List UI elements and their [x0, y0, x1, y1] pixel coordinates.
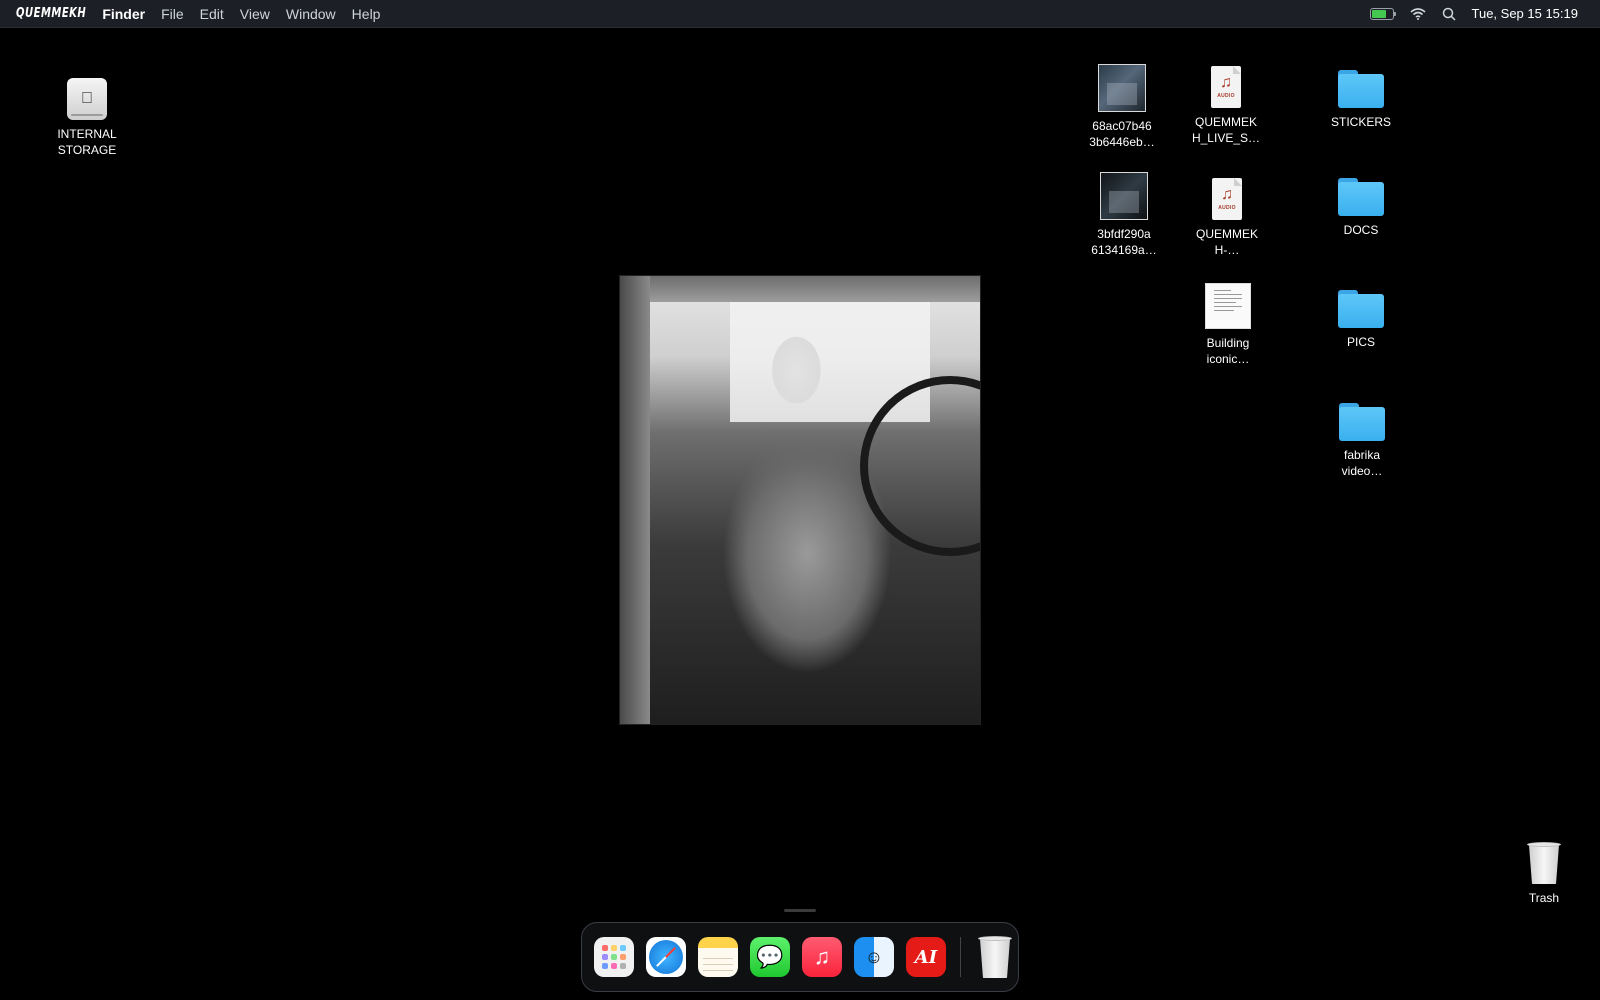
- folder-stickers-label: STICKERS: [1330, 115, 1391, 129]
- audio-badge: AUDIO: [1217, 93, 1235, 99]
- menu-clock[interactable]: Tue, Sep 15 15:19: [1472, 6, 1579, 21]
- document-icon: [1205, 283, 1251, 329]
- battery-icon[interactable]: [1369, 7, 1396, 20]
- internal-storage-label: INTERNAL STORAGE: [57, 127, 117, 157]
- menu-help[interactable]: Help: [352, 6, 381, 22]
- audio-badge: AUDIO: [1218, 205, 1236, 211]
- menu-edit[interactable]: Edit: [200, 6, 224, 22]
- dock-trash-icon[interactable]: [975, 936, 1015, 978]
- desktop-trash[interactable]: Trash: [1496, 842, 1592, 906]
- folder-icon: [1338, 290, 1384, 328]
- menu-window[interactable]: Window: [286, 6, 336, 22]
- dock: 💬 ♫ ☺ AI: [581, 922, 1019, 992]
- folder-fabrika-video[interactable]: fabrika video…: [1314, 403, 1410, 479]
- menu-bar-left: QUEMMEKH Finder File Edit View Window He…: [0, 0, 396, 27]
- video-file-2[interactable]: 3bfdf290a 6134169a…: [1076, 172, 1172, 258]
- dock-ai-icon[interactable]: AI: [906, 937, 946, 977]
- folder-icon: [1338, 70, 1384, 108]
- menu-view[interactable]: View: [240, 6, 270, 22]
- search-icon[interactable]: [1442, 7, 1456, 21]
- folder-icon: [1339, 403, 1385, 441]
- folder-pics[interactable]: PICS: [1313, 290, 1409, 350]
- video-file-2-label: 3bfdf290a 6134169a…: [1091, 227, 1157, 257]
- audio-file-2[interactable]: ♫ AUDIO QUEMMEK H-…: [1179, 178, 1275, 258]
- internal-storage-item[interactable]:  INTERNAL STORAGE: [39, 78, 135, 158]
- photo-car-frame: [620, 276, 980, 302]
- audio-file-1[interactable]: ♫ AUDIO QUEMMEK H_LIVE_S…: [1178, 66, 1274, 146]
- menu-bar: QUEMMEKH Finder File Edit View Window He…: [0, 0, 1600, 28]
- music-note-icon: ♫: [1221, 186, 1233, 203]
- wifi-icon[interactable]: [1409, 7, 1426, 20]
- folder-pics-label: PICS: [1346, 335, 1375, 349]
- dock-finder-icon[interactable]: ☺: [854, 937, 894, 977]
- trash-label: Trash: [1528, 891, 1560, 905]
- video-file-1[interactable]: 68ac07b46 3b6446eb…: [1074, 64, 1170, 150]
- dock-music-icon[interactable]: ♫: [802, 937, 842, 977]
- video-thumbnail-icon: [1098, 64, 1146, 112]
- dock-separator: [960, 937, 961, 977]
- dock-launchpad-icon[interactable]: [594, 937, 634, 977]
- audio-file-icon: ♫ AUDIO: [1211, 66, 1241, 108]
- menu-app-finder[interactable]: Finder: [102, 6, 145, 22]
- dock-messages-icon[interactable]: 💬: [750, 937, 790, 977]
- folder-stickers[interactable]: STICKERS: [1313, 70, 1409, 130]
- folder-fabrika-label: fabrika video…: [1341, 448, 1383, 478]
- hard-drive-icon: : [67, 78, 107, 120]
- battery-fill: [1371, 9, 1386, 18]
- desktop-photo[interactable]: [619, 275, 981, 725]
- music-note-icon: ♫: [1220, 74, 1232, 91]
- folder-icon: [1338, 178, 1384, 216]
- video-thumbnail-icon: [1100, 172, 1148, 220]
- dock-safari-icon[interactable]: [646, 937, 686, 977]
- trash-icon: [1527, 842, 1561, 884]
- menu-file[interactable]: File: [161, 6, 184, 22]
- folder-docs-label: DOCS: [1343, 223, 1379, 237]
- apple-logo-icon: : [81, 90, 93, 108]
- audio-file-2-label: QUEMMEK H-…: [1195, 227, 1258, 257]
- dock-notes-icon[interactable]: [698, 937, 738, 977]
- photo-car-pillar: [620, 276, 650, 724]
- menu-logo[interactable]: QUEMMEKH: [16, 6, 86, 21]
- audio-file-1-label: QUEMMEK H_LIVE_S…: [1191, 115, 1261, 145]
- menu-bar-right: Tue, Sep 15 15:19: [1369, 0, 1579, 27]
- document-file-1[interactable]: Building iconic…: [1180, 283, 1276, 367]
- document-file-1-label: Building iconic…: [1206, 336, 1250, 366]
- dock-handle[interactable]: [784, 909, 816, 912]
- video-file-1-label: 68ac07b46 3b6446eb…: [1089, 119, 1155, 149]
- folder-docs[interactable]: DOCS: [1313, 178, 1409, 238]
- audio-file-icon: ♫ AUDIO: [1212, 178, 1242, 220]
